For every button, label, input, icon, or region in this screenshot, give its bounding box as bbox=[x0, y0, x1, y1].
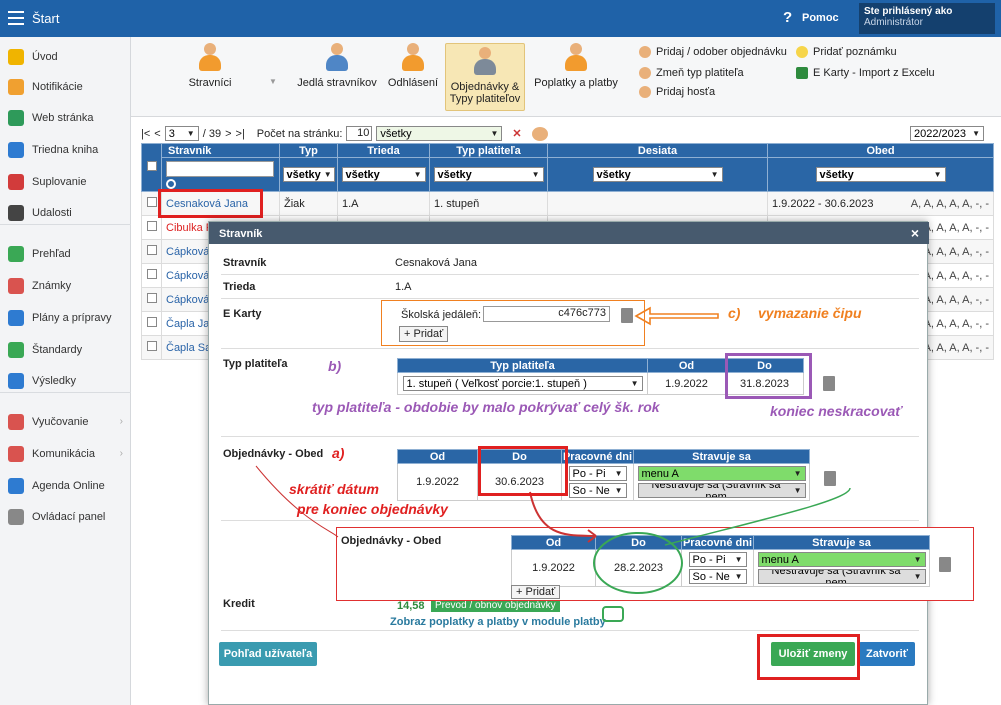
highlight-obj-do bbox=[478, 446, 568, 496]
highlight-save bbox=[757, 634, 860, 680]
annotation-b-letter: b) bbox=[328, 358, 342, 374]
annotation-a-letter: a) bbox=[332, 445, 345, 461]
annotation-arrows bbox=[255, 306, 851, 594]
annotation-c-letter: c) bbox=[728, 305, 741, 321]
annotation-a-text2: pre koniec objednávky bbox=[297, 501, 448, 517]
highlight-platitel-do bbox=[725, 353, 812, 399]
annotation-b-text: typ platiteľa - obdobie by malo pokrývať… bbox=[312, 399, 660, 415]
annotation-a-text1: skrátiť dátum bbox=[289, 481, 379, 497]
annotation-c-text: vymazanie čipu bbox=[758, 305, 862, 321]
annotation-b-end: koniec neskracovať bbox=[770, 403, 903, 419]
